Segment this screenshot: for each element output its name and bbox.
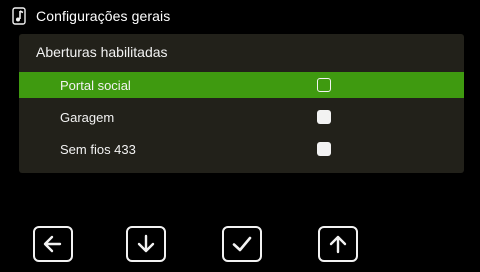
- list-item-label: Sem fios 433: [60, 141, 136, 157]
- panel-title: Aberturas habilitadas: [36, 44, 168, 60]
- up-button[interactable]: [318, 226, 358, 262]
- header: Configurações gerais: [12, 6, 170, 26]
- list-item-portal-social[interactable]: Portal social: [19, 72, 464, 98]
- checkbox-sem-fios-433[interactable]: [317, 142, 331, 156]
- list-item-sem-fios-433[interactable]: Sem fios 433: [19, 136, 464, 162]
- arrow-up-icon: [329, 235, 347, 254]
- down-button[interactable]: [126, 226, 166, 262]
- list-item-label: Garagem: [60, 109, 115, 125]
- back-button[interactable]: [33, 226, 73, 262]
- arrow-left-icon: [43, 235, 62, 253]
- list-item-garagem[interactable]: Garagem: [19, 104, 464, 130]
- music-note-icon: [12, 7, 28, 25]
- checkbox-portal-social[interactable]: [317, 78, 331, 92]
- arrow-down-icon: [137, 234, 155, 253]
- check-icon: [232, 236, 252, 252]
- confirm-button[interactable]: [222, 226, 262, 262]
- page-title: Configurações gerais: [36, 8, 171, 24]
- list-item-label: Portal social: [60, 77, 131, 93]
- checkbox-garagem[interactable]: [317, 110, 331, 124]
- openings-panel: Aberturas habilitadas Portal social Gara…: [19, 34, 464, 173]
